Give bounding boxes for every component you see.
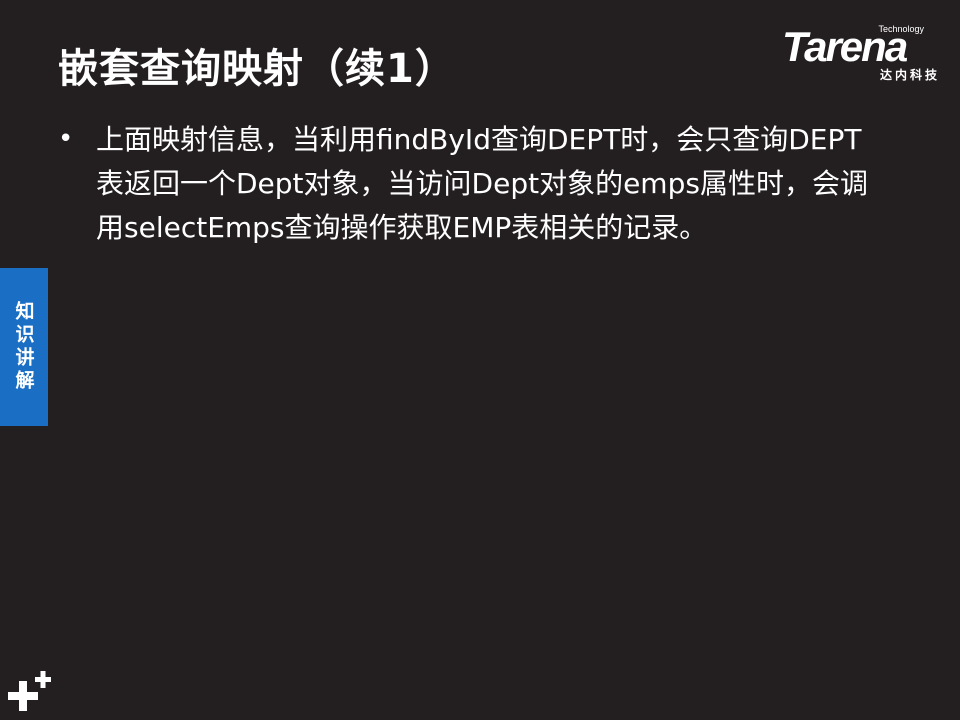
logo-brand-text: Tarena	[782, 23, 908, 70]
bullet-text: 上面映射信息，当利用findById查询DEPT时，会只查询DEPT表返回一个D…	[96, 123, 868, 244]
side-tab-label: 知识讲解	[12, 301, 35, 393]
bullet-icon: •	[58, 124, 74, 154]
logo-chinese-text: 达内科技	[879, 68, 940, 82]
side-tab: 知识讲解	[0, 268, 48, 426]
plus-plus-icon	[4, 668, 56, 716]
slide-title: 嵌套查询映射（续1）	[58, 46, 456, 92]
slide-content: • 上面映射信息，当利用findById查询DEPT时，会只查询DEPT表返回一…	[58, 118, 888, 250]
bullet-item: • 上面映射信息，当利用findById查询DEPT时，会只查询DEPT表返回一…	[58, 118, 888, 250]
tarena-logo: Technology Tarena 达内科技	[778, 22, 948, 84]
